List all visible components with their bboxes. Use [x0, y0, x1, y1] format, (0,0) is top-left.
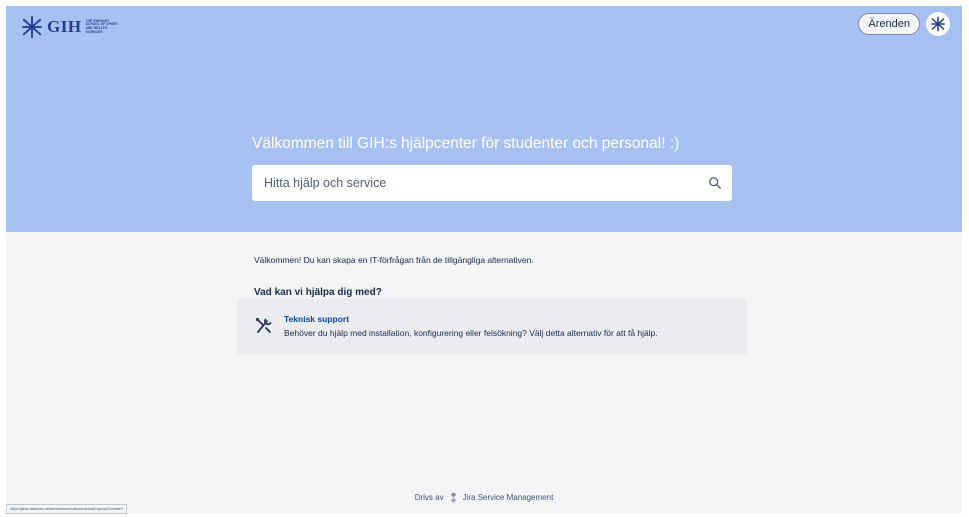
jira-service-management-link[interactable]: Jira Service Management	[463, 493, 554, 502]
search-input[interactable]	[264, 176, 708, 190]
welcome-text: Välkommen! Du kan skapa en IT-förfrågan …	[254, 255, 534, 265]
page: GIH THE SWEDISH SCHOOL OF SPORT AND HEAL…	[6, 6, 962, 514]
gih-logo[interactable]: GIH THE SWEDISH SCHOOL OF SPORT AND HEAL…	[21, 14, 120, 40]
logo-wordmark: GIH	[47, 17, 82, 36]
logo-tagline: THE SWEDISH SCHOOL OF SPORT AND HEALTH S…	[85, 18, 118, 34]
option-title[interactable]: Teknisk support	[284, 314, 349, 324]
status-bar-url: https://gihse.atlassian.net/servicedesk/…	[6, 504, 128, 514]
jira-icon	[450, 492, 456, 503]
user-avatar[interactable]	[926, 12, 950, 36]
gih-emblem-icon	[931, 16, 945, 32]
option-description: Behöver du hjälp med installation, konfi…	[284, 328, 658, 338]
page-title: Välkommen till GIH:s hjälpcenter för stu…	[252, 135, 680, 152]
tools-icon	[255, 317, 272, 333]
request-type-technical-support[interactable]: Teknisk support Behöver du hjälp med ins…	[237, 299, 747, 355]
footer: Drivs av Jira Service Management	[6, 492, 962, 503]
header-actions: Ärenden	[858, 12, 950, 36]
search-icon[interactable]	[708, 176, 722, 190]
hero-banner: GIH THE SWEDISH SCHOOL OF SPORT AND HEAL…	[6, 6, 962, 232]
powered-by-label: Drivs av	[414, 493, 444, 502]
search-box	[252, 165, 732, 201]
requests-button[interactable]: Ärenden	[858, 13, 920, 35]
gih-emblem-icon	[21, 16, 43, 38]
help-heading: Vad kan vi hjälpa dig med?	[254, 287, 382, 298]
